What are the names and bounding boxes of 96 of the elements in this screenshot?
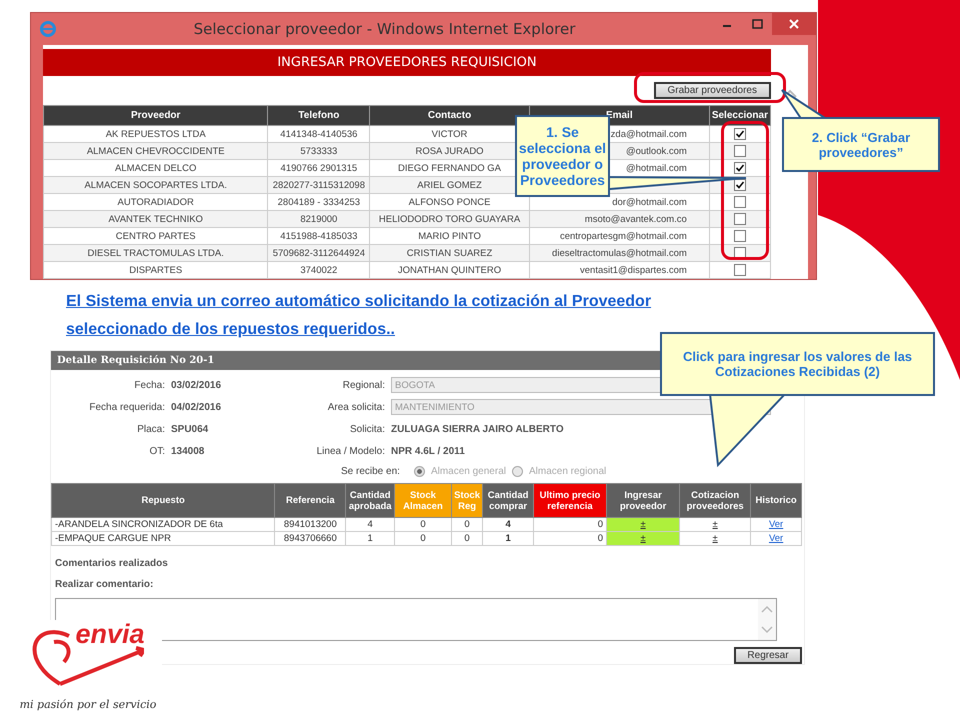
add-link[interactable]: ±: [712, 533, 718, 544]
column-header: Ingresar proveedor: [606, 484, 680, 518]
field-label: Solicita:: [348, 424, 386, 435]
page-banner: INGRESAR PROVEEDORES REQUISICION: [43, 49, 771, 76]
checkbox[interactable]: [734, 230, 746, 242]
add-link[interactable]: ±: [640, 519, 646, 530]
table-cell: 0: [451, 518, 483, 532]
column-header: Cantidad comprar: [482, 484, 534, 518]
radio-button[interactable]: [512, 466, 523, 478]
table-cell: 0: [394, 532, 452, 546]
column-header: Stock Reg: [451, 484, 483, 518]
add-link[interactable]: ±: [712, 519, 718, 530]
column-header: Repuesto: [52, 484, 275, 518]
table-cell: centropartesgm@hotmail.com: [529, 228, 710, 244]
table-cell: ALFONSO PONCE: [370, 194, 530, 210]
field-label: Linea / Modelo:: [316, 446, 386, 457]
column-header: Contacto: [370, 106, 530, 126]
comment-label: Realizar comentario:: [55, 579, 154, 590]
table-cell: CENTRO PARTES: [44, 228, 268, 244]
checkbox[interactable]: [734, 162, 746, 174]
table-cell: 8941013200: [274, 518, 346, 532]
table-cell: 2804189 - 3334253: [268, 194, 370, 210]
save-suppliers-button[interactable]: Grabar proveedores: [654, 82, 771, 99]
table-cell: 4190766 2901315: [268, 160, 370, 176]
table-cell: -ARANDELA SINCRONIZADOR DE 6ta: [52, 518, 275, 532]
checkbox[interactable]: [734, 196, 746, 208]
table-cell: 4: [482, 518, 534, 532]
table-cell: ALMACEN DELCO: [44, 160, 268, 176]
callout-note: 1. Se selecciona el proveedor o Proveedores: [515, 115, 610, 197]
field-label: Se recibe en:: [341, 466, 400, 478]
table-cell: 1: [346, 532, 395, 546]
checkbox[interactable]: [734, 179, 746, 191]
radio-label: Almacen general: [430, 466, 506, 478]
checkbox[interactable]: [734, 264, 746, 276]
column-header: Ultimo precio referencia: [533, 484, 607, 518]
table-cell: CRISTIAN SUAREZ: [370, 244, 530, 262]
table-cell: 3740022: [268, 262, 370, 278]
field-label: Fecha:: [133, 380, 166, 391]
field-value: SPU064: [171, 424, 208, 435]
comments-heading: Comentarios realizados: [55, 558, 169, 570]
field-value: 04/02/2016: [171, 402, 222, 413]
field-label: OT:: [148, 446, 166, 457]
table-cell: 2820277-3115312098: [268, 176, 370, 194]
browser-logo-icon: [39, 20, 57, 38]
column-header: Cotizacion proveedores: [680, 484, 751, 518]
table-cell: msoto@avantek.com.co: [529, 210, 710, 228]
table-cell: 8943706660: [274, 532, 346, 546]
radio-button[interactable]: [414, 466, 425, 478]
brand-name: envia: [75, 620, 145, 648]
table-cell: JONATHAN QUINTERO: [370, 262, 530, 278]
field-value: ZULUAGA SIERRA JAIRO ALBERTO: [391, 424, 565, 435]
table-cell: 1: [482, 532, 534, 546]
table-cell: 4141348-4140536: [268, 126, 370, 142]
field-value: NPR 4.6L / 2011: [391, 446, 466, 457]
table-cell: 4151988-4185033: [268, 228, 370, 244]
checkbox[interactable]: [734, 128, 746, 140]
table-cell: ALMACEN SOCOPARTES LTDA.: [44, 176, 268, 194]
column-header: Proveedor: [44, 106, 268, 126]
table-cell: 0: [533, 532, 607, 546]
table-cell: 4: [346, 518, 395, 532]
field-label: Placa:: [136, 424, 166, 435]
field-value: 03/02/2016: [171, 380, 222, 391]
field-label: Regional:: [342, 380, 386, 391]
checkbox[interactable]: [734, 213, 746, 225]
column-header: Referencia: [274, 484, 346, 518]
table-cell: DISPARTES: [44, 262, 268, 278]
column-header: Telefono: [268, 106, 370, 126]
table-cell: DIESEL TRACTOMULAS LTDA.: [44, 244, 268, 262]
add-link[interactable]: ±: [640, 533, 646, 544]
checkbox[interactable]: [734, 145, 746, 157]
field-value: 134008: [171, 446, 204, 457]
radio-label: Almacen regional: [528, 466, 606, 478]
back-button[interactable]: Regresar: [734, 647, 802, 664]
brand-tagline: mi pasión por el servicio: [20, 698, 156, 711]
table-cell: 5709682-3112644924: [268, 244, 370, 262]
table-cell: AK REPUESTOS LTDA: [44, 126, 268, 142]
field-label: Fecha requerida:: [88, 402, 166, 413]
table-cell: AVANTEK TECHNIKO: [44, 210, 268, 228]
table-cell: ventasit1@dispartes.com: [529, 262, 710, 278]
window-title: Seleccionar proveedor - Windows Internet Explorer: [192, 20, 576, 38]
table-cell: AUTORADIADOR: [44, 194, 268, 210]
table-cell: 0: [394, 518, 452, 532]
table-cell: HELIODODRO TORO GUAYARA: [370, 210, 530, 228]
table-cell: ALMACEN CHEVROCCIDENTE: [44, 142, 268, 160]
field-label: Area solicita:: [326, 402, 386, 413]
column-header: Historico: [750, 484, 802, 518]
table-cell: 0: [451, 532, 483, 546]
table-cell: MARIO PINTO: [370, 228, 530, 244]
table-cell: -EMPAQUE CARGUE NPR: [52, 532, 275, 546]
table-cell: 8219000: [268, 210, 370, 228]
close-icon[interactable]: [772, 13, 816, 35]
table-cell: 0: [533, 518, 607, 532]
table-cell: dieseltractomulas@hotmail.com: [529, 244, 710, 262]
column-header: Stock Almacen: [394, 484, 452, 518]
table-cell: 5733333: [268, 142, 370, 160]
column-header: Cantidad aprobada: [346, 484, 395, 518]
